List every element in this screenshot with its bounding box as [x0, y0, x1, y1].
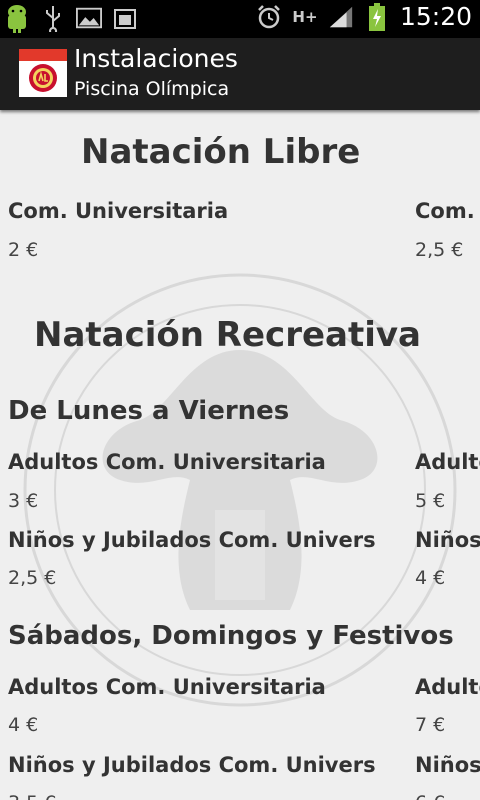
battery-charging-icon — [364, 2, 390, 31]
clock: 15:20 — [399, 2, 472, 31]
weekend-adult-uni-label: Adultos Com. Universitaria — [8, 675, 326, 699]
section-title-recreativa: Natación Recreativa — [34, 315, 421, 355]
weekdays-adult-price: 5 € — [415, 490, 446, 512]
android-icon — [4, 4, 30, 33]
status-bar: H+ 15:20 — [0, 0, 480, 38]
weekdays-child-uni-price: 2,5 € — [8, 567, 57, 589]
app-logo-icon[interactable] — [19, 49, 67, 97]
subsection-title-weekdays: De Lunes a Viernes — [8, 396, 290, 426]
alarm-icon — [256, 3, 282, 31]
weekend-child-price: 6 € — [415, 792, 445, 800]
libre-price-left: 2 € — [8, 239, 39, 261]
signal-icon — [328, 3, 354, 31]
action-bar: Instalaciones Piscina Olímpica — [0, 38, 480, 110]
section-title-libre: Natación Libre — [81, 132, 361, 172]
content-area[interactable]: Natación Libre Com. Universitaria 2 € Co… — [0, 110, 480, 800]
weekend-adult-label: Adultos — [415, 675, 480, 699]
weekdays-adult-label: Adultos — [415, 450, 480, 474]
app-subtitle: Piscina Olímpica — [74, 78, 230, 100]
weekdays-adult-uni-price: 3 € — [8, 490, 39, 512]
app-title: Instalaciones — [74, 44, 238, 73]
weekend-child-uni-price: 3,5 € — [8, 792, 56, 800]
libre-label-right: Com. Universitaria — [415, 199, 480, 223]
weekdays-child-uni-label: Niños y Jubilados Com. Univers — [8, 528, 376, 552]
gallery-icon — [76, 4, 102, 32]
weekdays-child-price: 4 € — [415, 567, 446, 589]
weekdays-child-label: Niños — [415, 528, 480, 552]
subsection-title-weekend: Sábados, Domingos y Festivos — [8, 621, 454, 651]
libre-price-right: 2,5 € — [415, 239, 464, 261]
weekend-adult-uni-price: 4 € — [8, 714, 39, 736]
libre-label-left: Com. Universitaria — [8, 199, 229, 223]
weekdays-adult-uni-label: Adultos Com. Universitaria — [8, 450, 326, 474]
weekend-child-uni-label: Niños y Jubilados Com. Univers — [8, 753, 376, 777]
network-type-icon: H+ — [292, 7, 318, 26]
usb-icon — [40, 4, 66, 32]
weekend-child-label: Niños — [415, 753, 480, 777]
notification-box-icon — [112, 4, 138, 32]
weekend-adult-price: 7 € — [415, 714, 446, 736]
